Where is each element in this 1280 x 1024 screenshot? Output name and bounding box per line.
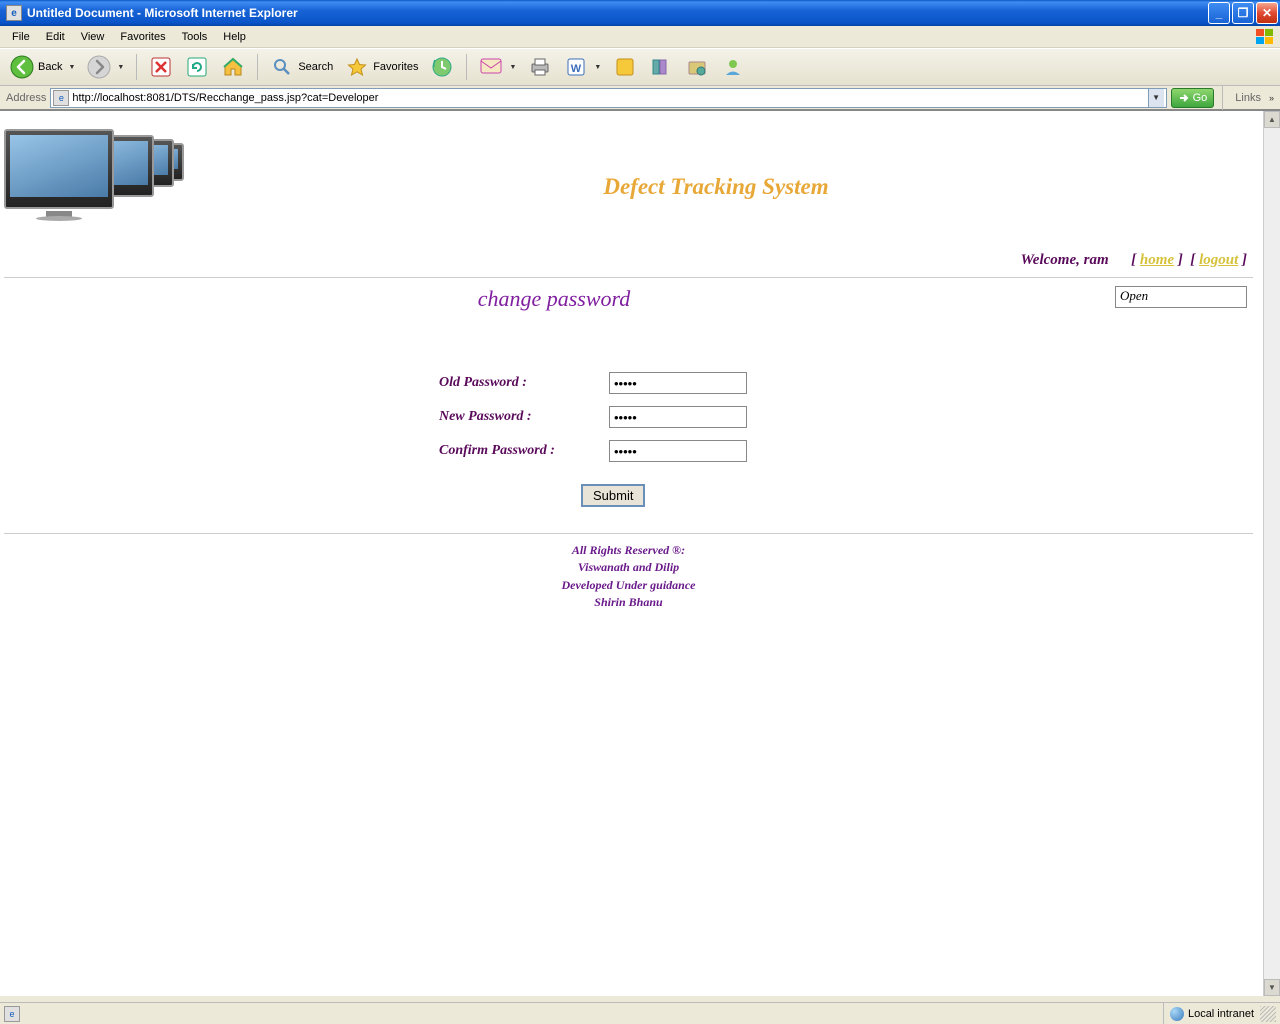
window-title: Untitled Document - Microsoft Internet E…: [27, 6, 1208, 20]
search-icon: [270, 55, 294, 79]
go-arrow-icon: [1178, 92, 1190, 104]
forward-button[interactable]: ▼: [83, 53, 128, 81]
close-button[interactable]: ✕: [1256, 2, 1278, 24]
welcome-user: ram: [1084, 252, 1109, 268]
menubar: File Edit View Favorites Tools Help: [0, 26, 1280, 48]
status-bar: e Local intranet: [0, 1002, 1280, 1024]
folder-sync-icon: [685, 55, 709, 79]
section-title: change password: [244, 286, 864, 312]
footer: All Rights Reserved ®: Viswanath and Dil…: [4, 542, 1253, 612]
globe-icon: [1170, 1007, 1184, 1021]
old-password-label: Old Password :: [439, 375, 609, 391]
history-icon: [430, 55, 454, 79]
search-button[interactable]: Search: [266, 53, 337, 81]
chevron-right-icon: »: [1269, 93, 1274, 103]
chevron-down-icon: ▼: [509, 64, 516, 71]
windows-flag-icon: [1254, 28, 1276, 46]
research-button[interactable]: [645, 53, 677, 81]
address-input[interactable]: e http://localhost:8081/DTS/Recchange_pa…: [50, 88, 1166, 108]
favorites-button[interactable]: Favorites: [341, 53, 422, 81]
maximize-button[interactable]: ❐: [1232, 2, 1254, 24]
home-icon: [221, 55, 245, 79]
word-icon: W: [564, 55, 588, 79]
confirm-password-input[interactable]: [609, 440, 747, 462]
discuss-button[interactable]: [609, 53, 641, 81]
stop-button[interactable]: [145, 53, 177, 81]
forward-icon: [87, 55, 111, 79]
menu-help[interactable]: Help: [215, 29, 254, 45]
star-icon: [345, 55, 369, 79]
refresh-icon: [185, 55, 209, 79]
address-bar: Address e http://localhost:8081/DTS/Recc…: [0, 86, 1280, 110]
menu-view[interactable]: View: [73, 29, 113, 45]
home-link[interactable]: home: [1140, 252, 1174, 268]
divider: [4, 533, 1253, 534]
mail-button[interactable]: ▼: [475, 53, 520, 81]
messenger-icon: [721, 55, 745, 79]
change-password-form: Old Password : New Password : Confirm Pa…: [439, 372, 1253, 462]
new-password-label: New Password :: [439, 409, 609, 425]
home-button[interactable]: [217, 53, 249, 81]
menu-edit[interactable]: Edit: [38, 29, 73, 45]
vertical-scrollbar[interactable]: ▲ ▼: [1263, 111, 1280, 996]
go-button[interactable]: Go: [1171, 88, 1215, 108]
monitors-logo: [4, 129, 179, 234]
confirm-password-label: Confirm Password :: [439, 443, 609, 459]
status-dropdown[interactable]: Open: [1115, 286, 1247, 308]
zone-label: Local intranet: [1188, 1008, 1254, 1020]
svg-text:W: W: [571, 63, 582, 75]
back-button[interactable]: Back ▼: [6, 53, 79, 81]
security-zone[interactable]: Local intranet: [1163, 1003, 1260, 1024]
submit-button[interactable]: Submit: [581, 484, 645, 507]
app-title: Defect Tracking System: [179, 119, 1253, 200]
resize-grip[interactable]: [1260, 1006, 1276, 1022]
welcome-prefix: Welcome,: [1021, 252, 1084, 268]
chevron-down-icon: ▼: [68, 64, 75, 71]
content-area: Defect Tracking System Welcome, ram [ ho…: [0, 110, 1280, 996]
titlebar: e Untitled Document - Microsoft Internet…: [0, 0, 1280, 26]
refresh-button[interactable]: [181, 53, 213, 81]
minimize-button[interactable]: _: [1208, 2, 1230, 24]
new-password-input[interactable]: [609, 406, 747, 428]
print-icon: [528, 55, 552, 79]
toolbar: Back ▼ ▼ Search Favorites: [0, 48, 1280, 86]
mail-icon: [479, 55, 503, 79]
menu-favorites[interactable]: Favorites: [112, 29, 173, 45]
history-button[interactable]: [426, 53, 458, 81]
back-icon: [10, 55, 34, 79]
footer-line-4: Shirin Bhanu: [4, 594, 1253, 611]
extra-button-1[interactable]: [681, 53, 713, 81]
address-dropdown[interactable]: ▼: [1148, 89, 1164, 107]
menu-file[interactable]: File: [4, 29, 38, 45]
page-icon: e: [4, 1006, 20, 1022]
discuss-icon: [613, 55, 637, 79]
scroll-down-icon[interactable]: ▼: [1264, 979, 1280, 996]
page-icon: e: [53, 90, 69, 106]
url-text: http://localhost:8081/DTS/Recchange_pass…: [72, 92, 1147, 104]
research-icon: [649, 55, 673, 79]
footer-line-3: Developed Under guidance: [4, 577, 1253, 594]
scroll-up-icon[interactable]: ▲: [1264, 111, 1280, 128]
logout-link[interactable]: logout: [1199, 252, 1238, 268]
print-button[interactable]: [524, 53, 556, 81]
divider: [4, 277, 1253, 278]
edit-button[interactable]: W ▼: [560, 53, 605, 81]
address-label: Address: [6, 92, 46, 104]
footer-line-1: All Rights Reserved ®:: [4, 542, 1253, 559]
chevron-down-icon: ▼: [117, 64, 124, 71]
chevron-down-icon: ▼: [594, 64, 601, 71]
links-label[interactable]: Links: [1231, 92, 1265, 104]
old-password-input[interactable]: [609, 372, 747, 394]
ie-icon: e: [6, 5, 22, 21]
menu-tools[interactable]: Tools: [174, 29, 216, 45]
welcome-row: Welcome, ram [ home ] [ logout ]: [4, 252, 1253, 269]
messenger-button[interactable]: [717, 53, 749, 81]
footer-line-2: Viswanath and Dilip: [4, 559, 1253, 576]
stop-icon: [149, 55, 173, 79]
